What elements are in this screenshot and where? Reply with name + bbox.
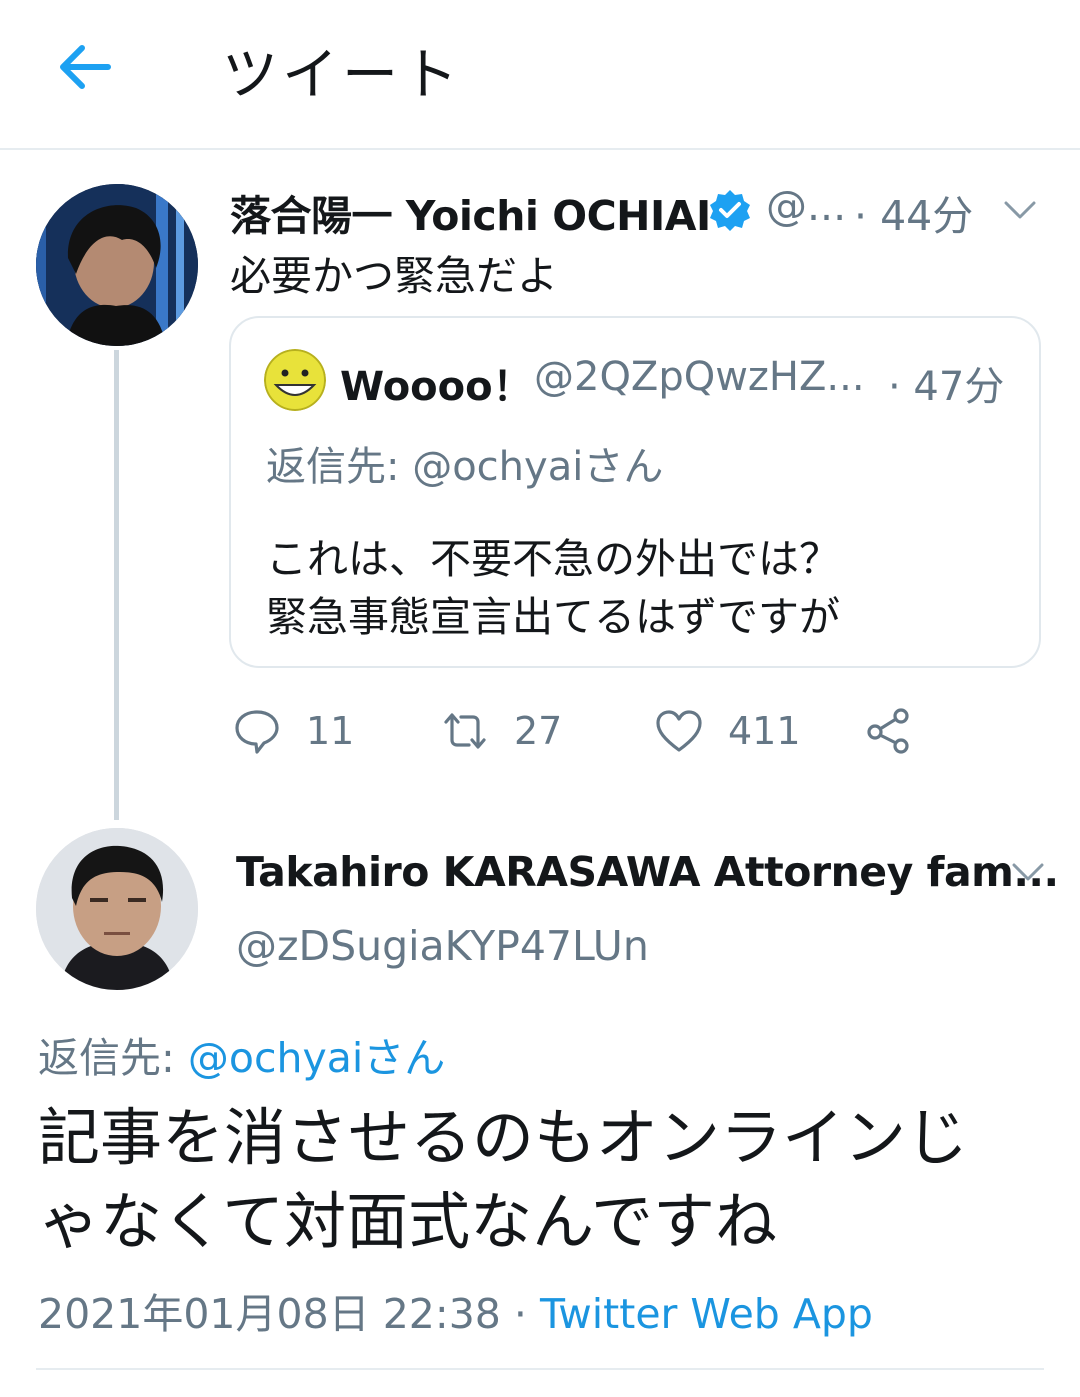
heart-icon: [656, 710, 702, 752]
reply-count: 11: [306, 709, 355, 753]
quoted-text-line: 緊急事態宣言出てるはずですが: [266, 593, 840, 641]
tweet-time[interactable]: · 44分: [854, 182, 973, 242]
retweet-button[interactable]: 27: [440, 703, 562, 759]
reply-menu-button[interactable]: [1008, 852, 1048, 892]
chevron-down-icon: [1004, 201, 1036, 219]
quoted-author-name: Woooo！: [340, 364, 533, 410]
page-title: ツイート: [222, 43, 462, 108]
reply-text-line: ゃなくて対面式なんですね: [38, 1185, 778, 1258]
reply-button[interactable]: 11: [232, 703, 354, 759]
like-count: 411: [728, 709, 801, 753]
top-app-bar: ツイート: [0, 0, 1080, 150]
reply-to-line: 返信先: @ochyaiさん: [38, 1024, 445, 1084]
share-icon: [867, 708, 909, 754]
share-button[interactable]: [864, 703, 914, 759]
comment-icon: [235, 710, 279, 754]
chevron-down-icon: [1012, 863, 1044, 881]
tweet-text: 必要かつ緊急だよ: [230, 252, 558, 300]
tweet-author-handle[interactable]: @...: [766, 182, 846, 230]
quoted-tweet-text: これは、不要不急の外出では？ 緊急事態宣言出てるはずですが: [266, 530, 840, 646]
tweet-source-link[interactable]: Twitter Web App: [540, 1290, 873, 1338]
reply-author-handle[interactable]: @zDSugiaKYP47LUn: [236, 922, 649, 970]
quoted-author-handle: @2QZpQwzHZ...: [534, 354, 865, 400]
quoted-reply-to: 返信先: @ochyaiさん: [266, 434, 663, 492]
reply-tweet-text: 記事を消させるのもオンラインじ ゃなくて対面式なんですね: [38, 1096, 968, 1264]
like-button[interactable]: 411: [654, 703, 801, 759]
tweet-metadata: 2021年01月08日 22:38 · Twitter Web App: [38, 1280, 873, 1340]
reply-text-line: 記事を消させるのもオンラインじ: [38, 1101, 969, 1174]
divider: [36, 1368, 1044, 1370]
back-button[interactable]: [52, 34, 118, 100]
tweet-timestamp: 2021年01月08日 22:38 ·: [38, 1290, 540, 1338]
reply-author-name[interactable]: Takahiro KARASAWA Attorney fam...: [236, 848, 1059, 896]
quoted-avatar: [264, 349, 326, 411]
retweet-count: 27: [514, 709, 563, 753]
arrow-left-icon: [60, 45, 111, 89]
reply-to-handle: @ochyaiさん: [412, 444, 664, 490]
retweet-icon: [444, 713, 486, 749]
thread-connector-line: [114, 350, 119, 820]
avatar-photo: [36, 828, 198, 990]
quoted-text-line: これは、不要不急の外出では？: [266, 535, 840, 583]
avatar[interactable]: [36, 828, 198, 990]
tweet-author-name[interactable]: 落合陽一 Yoichi OCHIAI: [230, 182, 711, 242]
tweet-menu-button[interactable]: [1000, 190, 1040, 230]
avatar[interactable]: [36, 184, 198, 346]
reply-to-label: 返信先:: [38, 1034, 188, 1082]
verified-badge-icon: [708, 188, 752, 232]
reply-to-handle[interactable]: @ochyaiさん: [188, 1034, 445, 1082]
avatar-photo: [36, 184, 198, 346]
quoted-tweet-time: · 47分: [888, 364, 1005, 410]
reply-to-label: 返信先:: [266, 444, 413, 490]
